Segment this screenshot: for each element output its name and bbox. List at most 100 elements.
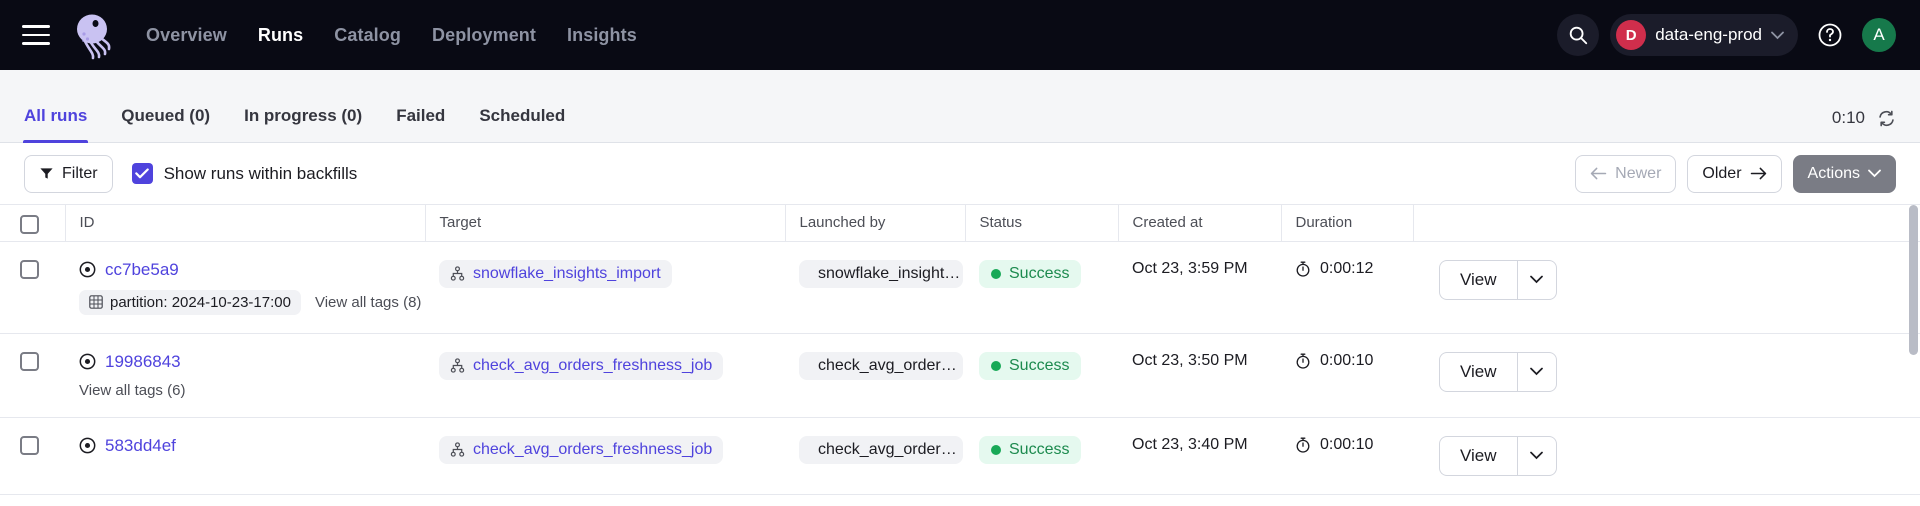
run-id-link[interactable]: 19986843 (105, 352, 181, 372)
show-backfills-label: Show runs within backfills (164, 164, 358, 184)
tab-scheduled[interactable]: Scheduled (479, 106, 565, 142)
filter-button[interactable]: Filter (24, 155, 113, 193)
launched-by-pill[interactable]: check_avg_order… (799, 352, 963, 380)
row-id-cell: 19986843 View all tags (6) (65, 333, 425, 417)
nav-link-insights[interactable]: Insights (567, 25, 637, 46)
run-status-icon (79, 261, 96, 278)
view-dropdown-button[interactable] (1517, 352, 1557, 392)
chevron-down-icon (1530, 451, 1543, 460)
status-badge: Success (979, 352, 1081, 380)
tab-failed[interactable]: Failed (396, 106, 445, 142)
view-button-group: View (1439, 436, 1557, 476)
duration-value: 0:00:12 (1295, 260, 1413, 278)
status-label: Success (1009, 441, 1069, 459)
row-checkbox[interactable] (20, 260, 39, 279)
hamburger-menu-icon[interactable] (22, 20, 52, 50)
row-checkbox[interactable] (20, 352, 39, 371)
view-all-tags-link[interactable]: View all tags (6) (79, 382, 185, 399)
launched-by-pill[interactable]: check_avg_order… (799, 436, 963, 464)
arrow-left-icon (1590, 167, 1607, 180)
column-header-id: ID (65, 205, 425, 241)
refresh-countdown: 0:10 (1832, 108, 1865, 128)
row-select-cell (0, 333, 65, 417)
view-button[interactable]: View (1439, 436, 1517, 476)
table-header: ID Target Launched by Status Created at … (0, 205, 1920, 241)
runs-filter-bar: Filter Show runs within backfills Newer … (0, 143, 1920, 205)
row-select-cell (0, 417, 65, 494)
row-id-cell: 583dd4ef (65, 417, 425, 494)
duration-text: 0:00:10 (1320, 352, 1373, 370)
tab-queued[interactable]: Queued (0) (121, 106, 210, 142)
funnel-icon (39, 166, 54, 181)
deployment-selector[interactable]: D data-eng-prod (1610, 14, 1798, 56)
run-id-link[interactable]: 583dd4ef (105, 436, 176, 456)
row-id-cell: cc7be5a9 partition: 2024-10-23-17:00 Vie… (65, 241, 425, 333)
table-body: cc7be5a9 partition: 2024-10-23-17:00 Vie… (0, 241, 1920, 494)
actions-button[interactable]: Actions (1793, 155, 1896, 193)
primary-nav-links: Overview Runs Catalog Deployment Insight… (146, 25, 637, 46)
newer-page-button[interactable]: Newer (1575, 155, 1676, 193)
vertical-scrollbar[interactable] (1909, 205, 1918, 355)
partition-tag[interactable]: partition: 2024-10-23-17:00 (79, 290, 301, 315)
stopwatch-icon (1295, 261, 1311, 277)
checkmark-icon (135, 168, 149, 179)
view-dropdown-button[interactable] (1517, 260, 1557, 300)
select-all-checkbox[interactable] (20, 215, 39, 234)
row-select-cell (0, 241, 65, 333)
view-button[interactable]: View (1439, 260, 1517, 300)
older-page-button[interactable]: Older (1687, 155, 1781, 193)
column-header-duration: Duration (1281, 205, 1413, 241)
help-button[interactable] (1809, 14, 1851, 56)
tab-in-progress[interactable]: In progress (0) (244, 106, 362, 142)
show-backfills-checkbox[interactable]: Show runs within backfills (132, 163, 358, 184)
nav-link-runs[interactable]: Runs (258, 25, 303, 46)
target-pill[interactable]: snowflake_insights_import (439, 260, 672, 288)
nav-right-cluster: D data-eng-prod A (1557, 14, 1896, 56)
status-dot-icon (991, 445, 1001, 455)
job-icon (450, 442, 465, 457)
refresh-icon[interactable] (1877, 109, 1896, 128)
row-checkbox[interactable] (20, 436, 39, 455)
view-all-tags-link[interactable]: View all tags (8) (315, 294, 421, 311)
tab-list: All runs Queued (0) In progress (0) Fail… (24, 70, 565, 142)
row-target-cell: check_avg_orders_freshness_job (425, 417, 785, 494)
launched-by-pill[interactable]: snowflake_insight… (799, 260, 963, 288)
chevron-down-icon (1868, 169, 1881, 178)
run-id-line: 583dd4ef (79, 436, 425, 456)
chevron-down-icon (1530, 367, 1543, 376)
run-id-line: cc7be5a9 (79, 260, 425, 280)
status-badge: Success (979, 260, 1081, 288)
row-created-at-cell: Oct 23, 3:59 PM (1118, 241, 1281, 333)
target-pill[interactable]: check_avg_orders_freshness_job (439, 436, 723, 464)
target-pill[interactable]: check_avg_orders_freshness_job (439, 352, 723, 380)
row-actions-cell: View (1413, 241, 1920, 333)
deployment-name: data-eng-prod (1655, 25, 1762, 45)
user-avatar[interactable]: A (1862, 18, 1896, 52)
view-dropdown-button[interactable] (1517, 436, 1557, 476)
row-launched-by-cell: snowflake_insight… (785, 241, 965, 333)
top-navigation-bar: Overview Runs Catalog Deployment Insight… (0, 0, 1920, 70)
runs-table: ID Target Launched by Status Created at … (0, 205, 1920, 495)
row-created-at-cell: Oct 23, 3:40 PM (1118, 417, 1281, 494)
view-button-group: View (1439, 260, 1557, 300)
nav-link-deployment[interactable]: Deployment (432, 25, 536, 46)
status-dot-icon (991, 269, 1001, 279)
row-duration-cell: 0:00:10 (1281, 333, 1413, 417)
view-button[interactable]: View (1439, 352, 1517, 392)
search-icon (1567, 24, 1589, 46)
column-header-actions (1413, 205, 1920, 241)
nav-link-overview[interactable]: Overview (146, 25, 227, 46)
column-header-status: Status (965, 205, 1118, 241)
run-id-link[interactable]: cc7be5a9 (105, 260, 179, 280)
tab-all-runs[interactable]: All runs (24, 106, 87, 142)
nav-link-catalog[interactable]: Catalog (334, 25, 401, 46)
older-label: Older (1702, 165, 1741, 183)
duration-text: 0:00:10 (1320, 436, 1373, 454)
run-status-icon (79, 353, 96, 370)
row-duration-cell: 0:00:12 (1281, 241, 1413, 333)
dagster-logo-icon[interactable] (66, 9, 118, 61)
row-status-cell: Success (965, 241, 1118, 333)
row-status-cell: Success (965, 333, 1118, 417)
runs-tab-strip: All runs Queued (0) In progress (0) Fail… (0, 70, 1920, 143)
search-button[interactable] (1557, 14, 1599, 56)
